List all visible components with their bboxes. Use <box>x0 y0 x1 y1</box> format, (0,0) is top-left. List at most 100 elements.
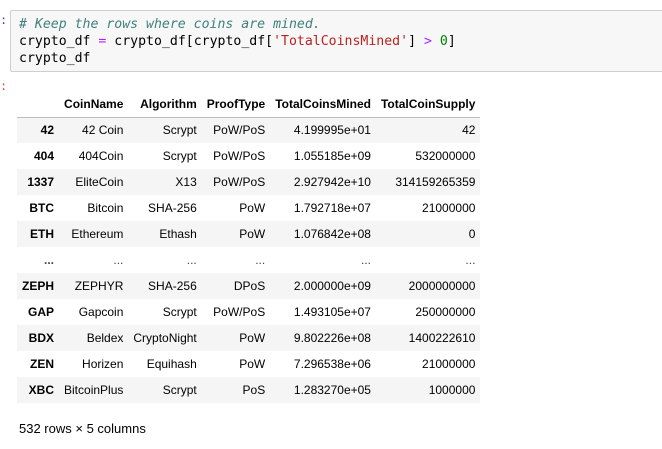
table-cell: SHA-256 <box>148 279 197 293</box>
code-token: ] <box>408 34 424 49</box>
table-cell: 532000000 <box>415 149 476 163</box>
table-cell: 2000000000 <box>408 279 476 293</box>
code-cell[interactable]: # Keep the rows where coins are mined. c… <box>10 10 662 72</box>
code-operator: > <box>423 34 432 49</box>
output-prompt: : <box>0 80 8 94</box>
table-cell: ... <box>465 253 476 267</box>
table-cell: 42 <box>462 123 476 138</box>
column-header: Algorithm <box>128 91 202 118</box>
table-cell: PoW <box>239 331 266 345</box>
table-row: ZEPH ZEPHYR SHA-256 DPoS 2.000000e+09 2000000… <box>17 273 481 299</box>
table-cell: Equihash <box>146 357 197 371</box>
row-index: ETH <box>30 227 55 241</box>
table-cell: PoS <box>242 383 266 397</box>
table-cell: PoW <box>239 357 266 371</box>
column-header: TotalCoinSupply <box>375 91 481 118</box>
table-cell: 404Coin <box>78 149 124 163</box>
table-cell: 2.927942e+10 <box>293 175 371 189</box>
column-header: TotalCoinsMined <box>270 91 376 118</box>
table-cell: 1.283270e+05 <box>293 383 371 397</box>
table-row: BTC Bitcoin SHA-256 PoW 1.792718e+07 21000000 <box>17 195 481 221</box>
table-row: GAP Gapcoin Scrypt PoW/PoS 1.493105e+07 25000… <box>17 299 481 325</box>
code-token: crypto_df <box>19 34 99 49</box>
table-cell: 1.493105e+07 <box>293 305 371 319</box>
table-cell: Scrypt <box>162 305 197 319</box>
table-cell: 1400222610 <box>408 331 476 345</box>
table-cell: CryptoNight <box>133 331 197 345</box>
table-cell: 7.296538e+06 <box>293 357 371 371</box>
table-cell: 42 Coin <box>82 123 124 138</box>
dataframe-shape-text: 532 rows × 5 columns <box>19 421 146 436</box>
table-cell: 1.055185e+09 <box>293 149 371 163</box>
row-index: BDX <box>28 331 55 345</box>
table-cell: 21000000 <box>422 357 476 371</box>
row-index: ... <box>44 253 55 267</box>
row-index: ZEPH <box>22 279 55 293</box>
code-number: 0 <box>439 34 448 49</box>
row-index: BTC <box>29 201 55 215</box>
table-cell: Scrypt <box>162 383 197 397</box>
row-index: GAP <box>28 305 55 319</box>
table-cell: PoW <box>239 227 266 241</box>
code-token: ] <box>447 34 456 49</box>
table-cell: ... <box>113 253 124 267</box>
row-index: 42 <box>40 123 55 138</box>
table-row: XBC BitcoinPlus Scrypt PoS 1.283270e+05 10000… <box>17 377 481 403</box>
table-header-row: CoinName Algorithm ProofType TotalCoinsMine… <box>17 91 481 118</box>
table-cell: EliteCoin <box>75 175 124 189</box>
table-cell: X13 <box>175 175 197 189</box>
table-cell: ZEPHYR <box>74 279 124 293</box>
table-body: 42 42 Coin Scrypt PoW/PoS 4.199995e+01 42 404 4… <box>17 117 481 403</box>
table-row: .................. <box>17 247 481 273</box>
table-cell: 9.802226e+08 <box>293 331 371 345</box>
table-cell: Scrypt <box>162 123 197 138</box>
code-comment: # Keep the rows where coins are mined. <box>19 17 321 32</box>
table-cell: 1000000 <box>428 383 476 397</box>
code-string: 'TotalCoinsMined' <box>273 34 409 49</box>
row-index: XBC <box>28 383 55 397</box>
table-row: ETH Ethereum Ethash PoW 1.076842e+08 0 <box>17 221 481 247</box>
table-cell: SHA-256 <box>148 201 197 215</box>
table-cell: 0 <box>468 227 476 241</box>
table-cell: Horizen <box>82 357 124 371</box>
table-cell: 314159265359 <box>395 175 476 189</box>
table-cell: PoW <box>239 201 266 215</box>
table-cell: Beldex <box>86 331 124 345</box>
table-cell: 1.792718e+07 <box>293 201 371 215</box>
code-token: crypto_df[crypto_df[ <box>106 34 274 49</box>
code-token: crypto_df <box>19 51 91 66</box>
table-row: BDX Beldex CryptoNight PoW 9.802226e+08 14002… <box>17 325 481 351</box>
index-header <box>17 91 60 118</box>
table-cell: 4.199995e+01 <box>293 123 371 138</box>
table-row: 404 404Coin Scrypt PoW/PoS 1.055185e+09 53200… <box>17 143 481 169</box>
table-cell: 2.000000e+09 <box>293 279 371 293</box>
table-cell: Ethash <box>159 227 197 241</box>
code-editor[interactable]: # Keep the rows where coins are mined. c… <box>19 16 456 67</box>
table-cell: Ethereum <box>71 227 124 241</box>
table-cell: 1.076842e+08 <box>293 227 371 241</box>
column-header: ProofType <box>201 91 271 118</box>
table-cell: 250000000 <box>415 305 476 319</box>
dataframe-table: CoinName Algorithm ProofType TotalCoinsMine… <box>17 91 481 403</box>
table-cell: PoW/PoS <box>213 175 266 189</box>
table-cell: BitcoinPlus <box>64 383 124 397</box>
input-prompt: : <box>0 14 8 28</box>
table-cell: Bitcoin <box>87 201 124 215</box>
table-cell: DPoS <box>233 279 266 293</box>
table-cell: Scrypt <box>162 149 197 163</box>
table-cell: ... <box>360 253 371 267</box>
table-row: ZEN Horizen Equihash PoW 7.296538e+06 2100000… <box>17 351 481 377</box>
row-index: ZEN <box>30 357 55 371</box>
table-cell: ... <box>186 253 197 267</box>
table-cell: 21000000 <box>422 201 476 215</box>
table-cell: PoW/PoS <box>213 305 266 319</box>
table-cell: PoW/PoS <box>213 123 266 138</box>
row-index: 404 <box>33 149 55 163</box>
table-cell: PoW/PoS <box>213 149 266 163</box>
table-row: 42 42 Coin Scrypt PoW/PoS 4.199995e+01 42 <box>17 117 481 143</box>
column-header: CoinName <box>59 91 129 118</box>
table-row: 1337 EliteCoin X13 PoW/PoS 2.927942e+10 31415… <box>17 169 481 195</box>
table-cell: ... <box>255 253 266 267</box>
table-cell: Gapcoin <box>78 305 124 319</box>
